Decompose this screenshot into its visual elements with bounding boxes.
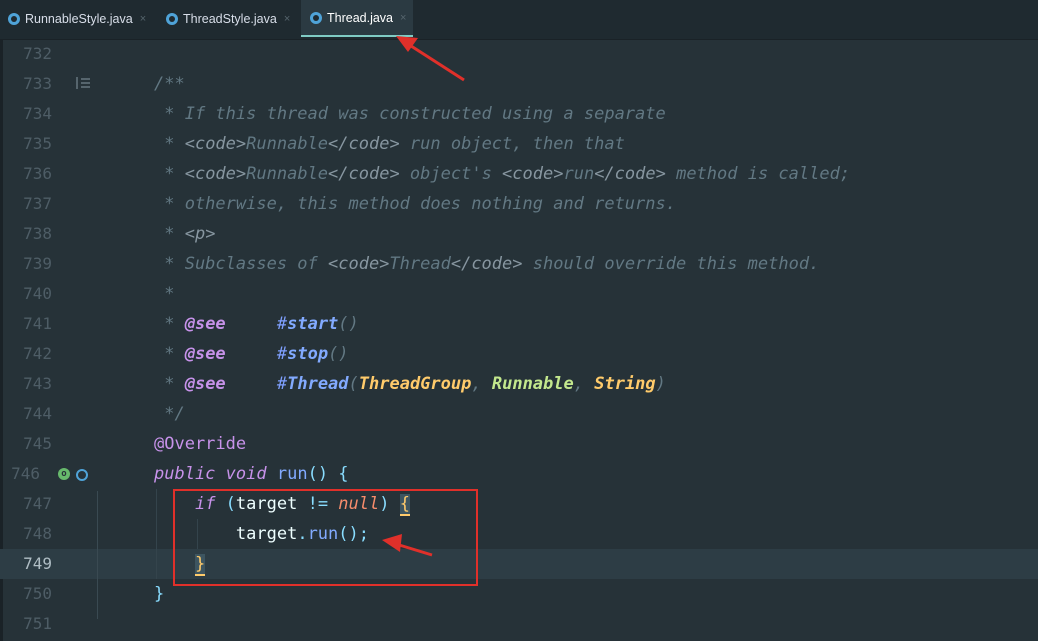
line-number: 749 <box>23 554 52 573</box>
code-text: * <box>154 284 175 304</box>
line-number: 734 <box>23 104 52 123</box>
code-text: * <code>Runnable</code> run object, then… <box>154 134 625 154</box>
editor-tab-bar: RunnableStyle.java × ThreadStyle.java × … <box>0 0 1038 40</box>
code-text: /** <box>154 74 185 94</box>
code-text: */ <box>154 404 185 424</box>
line-number: 736 <box>23 164 52 183</box>
code-text: * @see #stop() <box>154 344 349 364</box>
code-text: * <p> <box>154 224 216 244</box>
line-number: 746 <box>11 464 40 483</box>
code-text: * <code>Runnable</code> object's <code>r… <box>154 164 851 184</box>
overrides-method-icon[interactable]: o <box>58 468 70 480</box>
code-text: * otherwise, this method does nothing an… <box>154 194 676 214</box>
line-number: 750 <box>23 584 52 603</box>
code-text: * If this thread was constructed using a… <box>154 104 666 124</box>
java-class-icon <box>310 11 322 24</box>
java-class-icon <box>166 12 178 25</box>
code-line: 741 * @see #start() <box>0 309 1038 339</box>
line-number: 745 <box>23 434 52 453</box>
code-line: 744 */ <box>0 399 1038 429</box>
line-number: 744 <box>23 404 52 423</box>
line-number: 733 <box>23 74 52 93</box>
code-line: 733 /** <box>0 69 1038 99</box>
code-line: 746 o public void run() { <box>0 459 1038 489</box>
line-number: 737 <box>23 194 52 213</box>
close-tab-icon[interactable]: × <box>400 12 406 24</box>
line-number: 748 <box>23 524 52 543</box>
code-line: 743 * @see #Thread(ThreadGroup, Runnable… <box>0 369 1038 399</box>
close-tab-icon[interactable]: × <box>140 13 146 25</box>
tab-label: ThreadStyle.java <box>183 11 277 26</box>
line-number: 742 <box>23 344 52 363</box>
code-text: * Subclasses of <code>Thread</code> shou… <box>154 254 820 274</box>
code-line: 745 @Override <box>0 429 1038 459</box>
code-line: 748 target.run(); <box>0 519 1038 549</box>
code-line-current: 749 } <box>0 549 1038 579</box>
tab-label: Thread.java <box>327 10 394 25</box>
code-line: 736 * <code>Runnable</code> object's <co… <box>0 159 1038 189</box>
line-number: 735 <box>23 134 52 153</box>
code-text: public void run() { <box>154 464 349 484</box>
doc-comment-fold-icon[interactable] <box>76 77 91 89</box>
code-line: 747 if (target != null) { <box>0 489 1038 519</box>
code-line: 738 * <p> <box>0 219 1038 249</box>
code-text: @Override <box>154 434 247 454</box>
code-line: 739 * Subclasses of <code>Thread</code> … <box>0 249 1038 279</box>
code-line: 750 } <box>0 579 1038 609</box>
gutter-fold-line <box>97 491 98 619</box>
tab-label: RunnableStyle.java <box>25 11 133 26</box>
code-line: 737 * otherwise, this method does nothin… <box>0 189 1038 219</box>
code-line: 751 <box>0 609 1038 639</box>
arrow-to-run-call-annotation <box>382 534 433 557</box>
code-text: * @see #Thread(ThreadGroup, Runnable, St… <box>154 374 666 394</box>
code-line: 732 <box>0 39 1038 69</box>
tab-threadstyle-java[interactable]: ThreadStyle.java × <box>166 0 290 37</box>
tab-runnablestyle-java[interactable]: RunnableStyle.java × <box>8 0 146 37</box>
code-text: * @see #start() <box>154 314 359 334</box>
code-line: 735 * <code>Runnable</code> run object, … <box>0 129 1038 159</box>
code-line: 734 * If this thread was constructed usi… <box>0 99 1038 129</box>
line-number: 739 <box>23 254 52 273</box>
arrow-to-tab-annotation <box>396 36 465 82</box>
code-line: 742 * @see #stop() <box>0 339 1038 369</box>
line-number: 743 <box>23 374 52 393</box>
java-class-icon <box>8 12 20 25</box>
line-number: 741 <box>23 314 52 333</box>
line-number: 732 <box>23 44 52 63</box>
line-number: 751 <box>23 614 52 633</box>
close-tab-icon[interactable]: × <box>284 13 290 25</box>
overridden-method-icon[interactable] <box>76 469 88 481</box>
line-number: 747 <box>23 494 52 513</box>
code-line: 740 * <box>0 279 1038 309</box>
code-editor[interactable]: 732 733 /** 734 * If this thread was con… <box>0 39 1038 641</box>
code-text: } <box>154 584 165 604</box>
line-number: 738 <box>23 224 52 243</box>
line-number: 740 <box>23 284 52 303</box>
